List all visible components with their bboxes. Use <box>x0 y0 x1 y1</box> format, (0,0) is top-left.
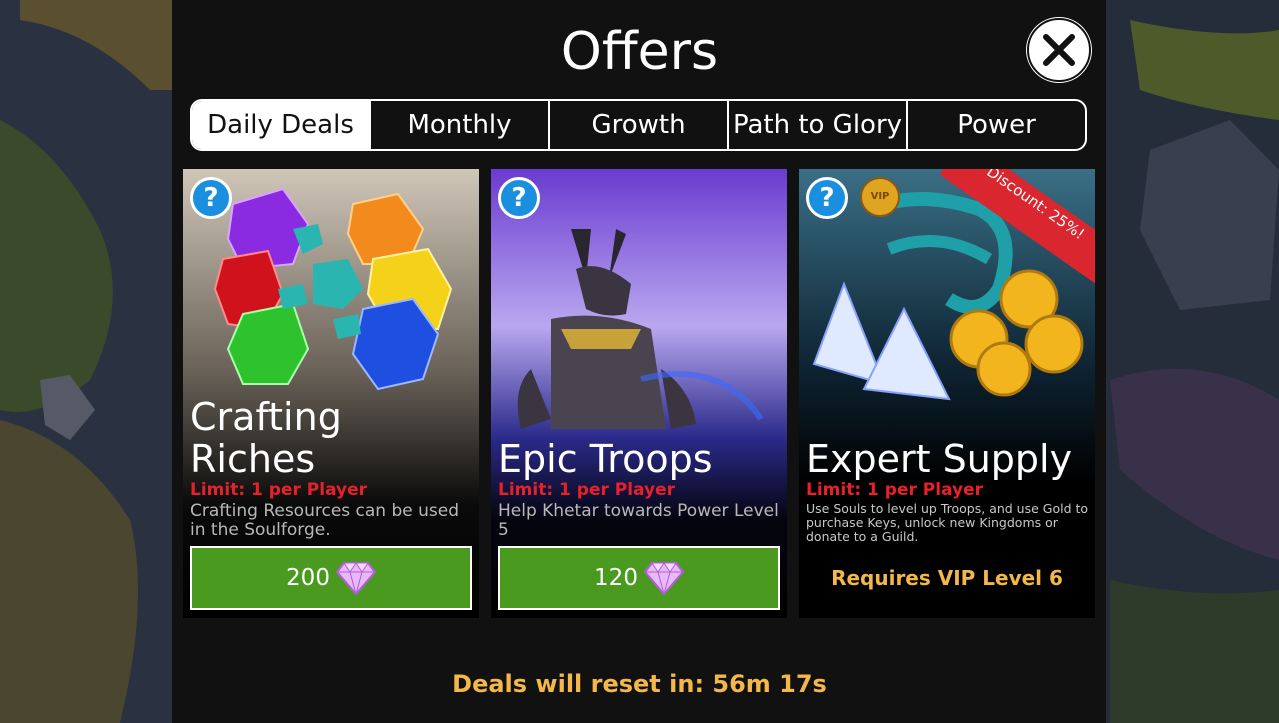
gem-icon <box>643 562 684 595</box>
tab-label: Growth <box>591 110 686 140</box>
offer-limit: Limit: 1 per Player <box>190 480 368 500</box>
offer-description: Use Souls to level up Troops, and use Go… <box>806 501 1089 544</box>
tab-monthly[interactable]: Monthly <box>369 101 548 149</box>
help-icon[interactable]: ? <box>806 177 848 219</box>
tab-growth[interactable]: Growth <box>548 101 727 149</box>
tab-label: Path to Glory <box>732 110 903 140</box>
offer-limit: Limit: 1 per Player <box>498 480 676 500</box>
tab-label: Daily Deals <box>207 110 354 140</box>
offer-description: Crafting Resources can be used in the So… <box>190 501 460 540</box>
price: 200 <box>286 565 330 591</box>
price: 120 <box>594 565 638 591</box>
offer-title: Epic Troops <box>498 437 713 481</box>
gem-icon <box>335 562 376 595</box>
buy-button[interactable]: 120 <box>498 546 780 610</box>
offer-title-line: Riches <box>190 437 316 481</box>
help-icon[interactable]: ? <box>498 177 540 219</box>
offer-title-line: Crafting <box>190 395 342 439</box>
reset-timer: Deals will reset in: 56m 17s <box>452 670 827 698</box>
tab-path-to-glory[interactable]: Path to Glory <box>727 101 906 149</box>
tab-power[interactable]: Power <box>906 101 1085 149</box>
vip-requirement: Requires VIP Level 6 <box>831 566 1063 590</box>
tab-label: Monthly <box>407 110 512 140</box>
buy-button[interactable]: 200 <box>190 546 472 610</box>
tab-label: Power <box>957 110 1036 140</box>
offer-limit: Limit: 1 per Player <box>806 480 984 500</box>
offer-title: Crafting Riches <box>190 396 473 480</box>
offer-card-crafting-riches: ? Crafting Riches Limit: 1 per Player Cr… <box>183 169 479 618</box>
tab-daily-deals[interactable]: Daily Deals <box>192 101 369 149</box>
help-icon[interactable]: ? <box>190 177 232 219</box>
close-icon <box>1027 18 1091 82</box>
vip-icon: VIP <box>860 177 900 217</box>
offer-description: Help Khetar towards Power Level 5 <box>498 501 779 540</box>
offer-card-epic-troops: ? Epic Troops Limit: 1 per Player Help K… <box>491 169 787 618</box>
offer-title: Expert Supply <box>806 437 1073 481</box>
close-button[interactable] <box>1026 17 1092 83</box>
offer-tabs: Daily Deals Monthly Growth Path to Glory… <box>190 99 1087 151</box>
offer-card-expert-supply: ? VIP Discount: 25%! Expert Supply Limit… <box>799 169 1095 618</box>
